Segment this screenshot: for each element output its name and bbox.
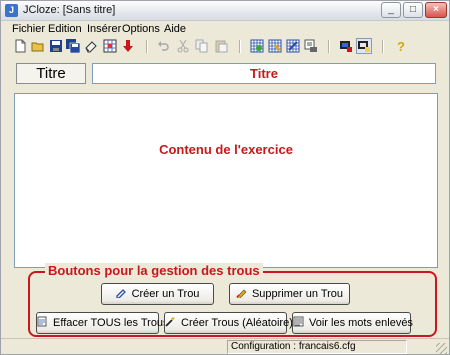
open-icon[interactable] [31, 39, 45, 53]
export-print-icon[interactable] [304, 39, 318, 53]
window-title: JCloze: [Sans titre] [23, 4, 116, 16]
eraser-pencil-icon [236, 287, 247, 298]
export-ie-icon[interactable] [286, 39, 300, 53]
status-bar: Configuration : francais6.cfg [1, 338, 449, 355]
eraser-icon[interactable] [84, 39, 98, 53]
close-button[interactable]: × [425, 2, 447, 18]
export-web-icon[interactable] [250, 39, 264, 53]
undo-icon[interactable] [156, 39, 170, 53]
title-bar[interactable]: J JCloze: [Sans titre] _ □ × [1, 1, 449, 21]
grid-icon[interactable] [103, 39, 117, 53]
app-window: J JCloze: [Sans titre] _ □ × Fichier Edi… [0, 0, 450, 355]
menu-bar: Fichier Edition Insérer Options Aide [1, 21, 449, 37]
menu-inserer[interactable]: Insérer [87, 23, 121, 35]
list-icon [293, 316, 304, 327]
save-icon[interactable] [49, 39, 63, 53]
menu-fichier[interactable]: Fichier [12, 23, 45, 35]
exercise-content-area[interactable]: Contenu de l'exercice [14, 93, 438, 268]
config-icon[interactable] [339, 39, 353, 53]
help-icon[interactable]: ? [394, 39, 408, 53]
new-icon[interactable] [13, 39, 27, 53]
down-arrow-icon[interactable] [121, 39, 135, 53]
app-icon: J [5, 4, 18, 17]
delete-gap-label: Supprimer un Trou [251, 288, 344, 300]
show-removed-words-button[interactable]: Voir les mots enlevés [292, 312, 413, 334]
document-clear-icon [37, 316, 48, 327]
create-gap-label: Créer un Trou [131, 288, 200, 300]
toolbar-separator [382, 40, 384, 53]
copy-icon[interactable] [195, 39, 209, 53]
create-gap-button[interactable]: Créer un Trou [101, 283, 214, 305]
export-drag-icon[interactable] [268, 39, 282, 53]
create-random-gaps-button[interactable]: Créer Trous (Aléatoire) [164, 312, 293, 334]
content-placeholder: Contenu de l'exercice [159, 142, 293, 157]
delete-gap-button[interactable]: Supprimer un Trou [229, 283, 350, 305]
maximize-button[interactable]: □ [403, 2, 423, 18]
menu-edition[interactable]: Edition [48, 23, 82, 35]
show-removed-words-label: Voir les mots enlevés [309, 317, 413, 329]
status-config: Configuration : francais6.cfg [227, 340, 407, 354]
resize-grip[interactable] [436, 343, 447, 354]
view-icon[interactable] [356, 38, 372, 54]
toolbar-separator [239, 40, 241, 53]
wand-icon [165, 316, 176, 327]
menu-options[interactable]: Options [122, 23, 160, 35]
toolbar-separator [146, 40, 148, 53]
svg-text:?: ? [397, 39, 405, 53]
clear-all-gaps-label: Effacer TOUS les Trous [53, 317, 169, 329]
toolbar: ? [1, 38, 449, 56]
minimize-button[interactable]: _ [381, 2, 401, 18]
cut-icon[interactable] [176, 39, 190, 53]
save-all-icon[interactable] [66, 39, 80, 53]
title-field[interactable]: Titre [92, 63, 436, 84]
create-random-gaps-label: Créer Trous (Aléatoire) [181, 317, 293, 329]
clear-all-gaps-button[interactable]: Effacer TOUS les Trous [36, 312, 169, 334]
paste-icon[interactable] [214, 39, 228, 53]
toolbar-separator [328, 40, 330, 53]
gap-buttons-legend: Boutons pour la gestion des trous [45, 263, 263, 278]
title-label: Titre [16, 63, 86, 84]
menu-aide[interactable]: Aide [164, 23, 186, 35]
pencil-icon [115, 287, 127, 298]
